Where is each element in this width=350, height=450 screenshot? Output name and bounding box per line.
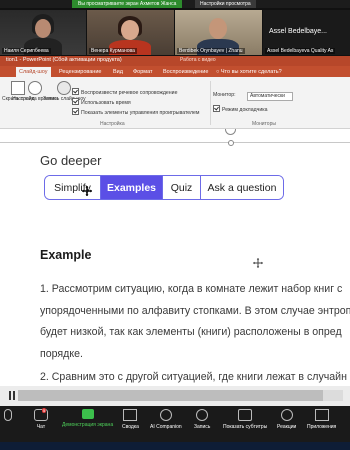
summary-label: Сводка [122,424,139,430]
tab-review[interactable]: Рецензирование [56,67,104,77]
record-label: Запись [194,424,211,430]
summary-button[interactable]: Сводка [122,409,139,430]
powerpoint-titlebar: tion1 - PowerPoint (Сбой активации проду… [0,56,350,66]
record-icon [57,81,72,95]
share-screen-button[interactable]: Демонстрация экрана [62,409,113,428]
paragraph-line: будет низкой, так как элементы (книги) р… [40,326,342,338]
examples-button[interactable]: Examples [101,176,163,199]
paragraph-line: упорядоченными по алфавиту стопками. В э… [40,304,350,317]
participant-display-name: Assel Bedelbaye... [269,28,327,35]
media-controls-checkbox[interactable]: Показать элементы управления проигрывате… [72,108,200,116]
share-screen-icon [81,409,94,419]
tab-playback[interactable]: Воспроизведение [160,67,211,77]
ask-question-button[interactable]: Ask a question [201,176,283,199]
section-title: Go deeper [40,153,102,168]
use-timings-checkbox[interactable]: Использовать время [72,98,131,106]
media-controls-label: Показать элементы управления проигрывате… [81,110,200,116]
group-label-setup: Настройка [100,121,125,127]
mic-icon [4,409,12,421]
ai-companion-icon [159,409,172,421]
participant-gallery: Наиля Серипбеева Венера Курманова Berdib… [0,8,350,56]
tab-format[interactable]: Формат [130,67,156,77]
share-banner[interactable]: Вы просматриваете экран Ахметов Жанса [72,0,183,8]
participant-tile[interactable]: Наиля Серипбеева [0,10,86,55]
narrations-label: Воспроизвести речевое сопровождение [81,90,178,96]
reactions-button[interactable]: Реакции [277,409,296,430]
slide-canvas: Go deeper Simplify Examples Quiz Ask a q… [0,129,350,387]
narrations-checkbox[interactable]: Воспроизвести речевое сопровождение [72,88,177,96]
participant-tile[interactable]: Assel Bedelbaye... Assel Bedelbayeva Qua… [263,10,350,55]
tell-me-search[interactable]: ○ Что вы хотите сделать? [216,67,282,77]
tell-me-text: Что вы хотите сделать? [220,69,282,75]
use-timings-label: Использовать время [81,100,131,106]
participant-tile[interactable]: Венера Курманова [87,10,174,55]
record-button[interactable]: Запись [194,409,210,430]
checkbox-presenter-view [213,105,220,112]
presenter-view-checkbox[interactable]: Режим докладчика [213,105,267,113]
reactions-label: Реакции [277,424,297,430]
apps-icon [314,409,329,421]
tab-slideshow[interactable]: Слайд-шоу [16,67,51,77]
paragraph-line: 2. Сравним это с другой ситуацией, где к… [40,371,347,383]
monitor-label: Монитор: [213,92,236,98]
ribbon-tabs: Слайд-шоу Рецензирование Вид Формат Восп… [0,66,350,77]
share-screen-label: Демонстрация экрана [62,422,114,428]
pause-icon[interactable] [9,391,11,400]
captions-label: Показать субтитры [223,424,268,430]
captions-button[interactable]: Показать субтитры [223,409,267,430]
example-paragraph-1: 1. Рассмотрим ситуацию, когда в комнате … [40,279,350,365]
ribbon-collapse-area [0,129,350,146]
quiz-button[interactable]: Quiz [163,176,201,199]
record-icon [196,409,209,421]
apps-label: Приложения [307,424,337,430]
reactions-icon [280,409,293,421]
summary-icon [123,409,138,421]
context-tool-label: Работа с видео [180,57,216,63]
zoom-share-bar: Вы просматриваете экран Ахметов Жанса На… [0,0,350,8]
mic-button[interactable] [4,409,12,424]
timer-icon [28,81,42,95]
chat-button[interactable]: 5 Чат [34,408,48,430]
ribbon: Скрыть слайд Настройка времени Запись сл… [0,77,350,129]
participant-name: Berdibek Orynbayev | Zhanu [177,48,245,54]
participant-name: Наиля Серипбеева [2,48,51,54]
scroll-thumb[interactable] [18,390,323,401]
checkbox-narrations [72,88,79,95]
paragraph-line: 1. Рассмотрим ситуацию, когда в комнате … [40,283,343,295]
presenter-view-label: Режим докладчика [222,107,268,113]
lightbulb-icon: ○ [216,69,220,75]
paragraph-line: порядке. [40,347,83,360]
window-title: tion1 - PowerPoint (Сбой активации проду… [6,57,122,63]
monitor-select[interactable]: Автоматически [247,92,293,101]
simplify-button[interactable]: Simplify [45,176,101,199]
zoom-toolbar: 5 Чат Демонстрация экрана Сводка AI Comp… [0,406,350,442]
selection-handle-icon[interactable] [228,140,234,146]
example-heading: Example [40,248,92,262]
move-cursor-icon [253,258,263,268]
cc-icon [238,409,253,421]
checkbox-media-controls [72,108,79,115]
example-paragraph-2: 2. Сравним это с другой ситуацией, где к… [40,367,350,387]
move-cursor-icon [82,186,92,196]
ribbon-divider [210,81,211,125]
tab-view[interactable]: Вид [110,67,126,77]
ai-companion-label: AI Companion [150,424,182,430]
checkbox-use-timings [72,98,79,105]
view-options-button[interactable]: Настройки просмотра [195,0,256,8]
participant-name: Венера Курманова [89,48,137,54]
resize-handle-icon[interactable] [225,129,236,135]
divider [0,142,350,143]
os-taskbar [0,442,350,450]
chat-label: Чат [36,424,46,430]
horizontal-scrollbar[interactable] [0,386,350,406]
participant-tile[interactable]: Berdibek Orynbayev | Zhanu [175,10,262,55]
go-deeper-button-group: Simplify Examples Quiz Ask a question [44,175,284,200]
ai-companion-button[interactable]: AI Companion [150,409,182,430]
group-label-monitors: Мониторы [252,121,276,127]
apps-button[interactable]: Приложения [307,409,336,430]
participant-name: Assel Bedelbayeva Quality As [265,48,336,54]
